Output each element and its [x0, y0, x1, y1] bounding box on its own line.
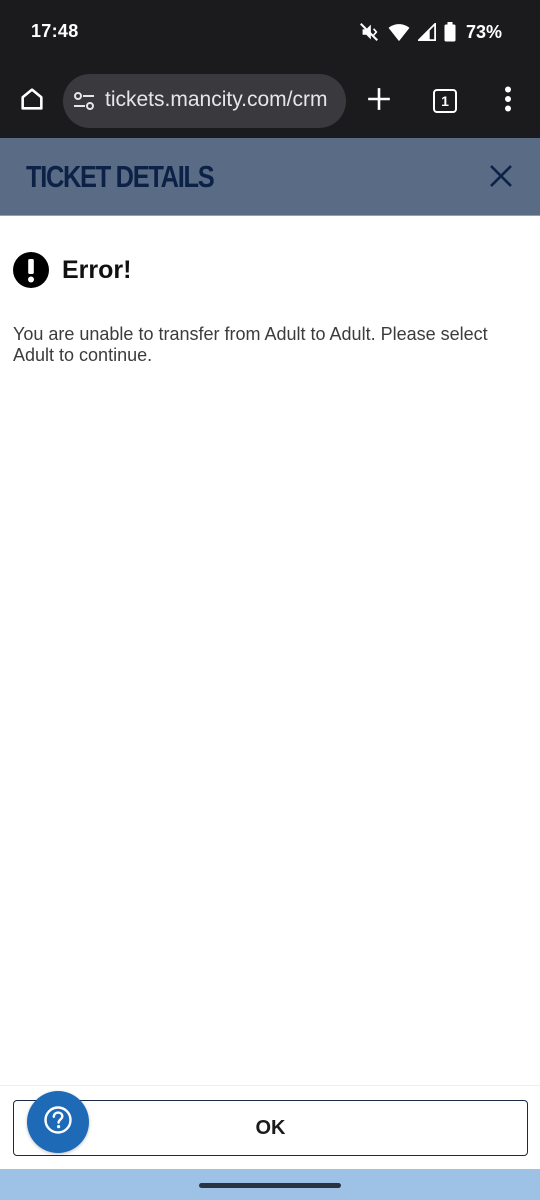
- mute-vibrate-icon: [358, 21, 380, 43]
- home-gesture-handle[interactable]: [199, 1183, 341, 1188]
- plus-icon: [366, 86, 392, 117]
- status-bar: 17:48 73%: [0, 0, 540, 64]
- page-title: TICKET DETAILS: [26, 159, 215, 194]
- more-vert-icon: [504, 86, 512, 117]
- battery-percent: 73%: [465, 21, 502, 42]
- tab-switcher-button[interactable]: 1: [421, 77, 469, 125]
- url-text[interactable]: tickets.mancity.com/crm: [105, 88, 341, 112]
- site-settings-icon[interactable]: [72, 89, 96, 118]
- home-button[interactable]: [8, 77, 56, 125]
- wifi-icon: [388, 22, 410, 42]
- close-icon: [489, 164, 513, 193]
- home-icon: [18, 85, 46, 118]
- status-time: 17:48: [31, 21, 79, 41]
- more-menu-button[interactable]: [484, 77, 532, 125]
- error-title: Error!: [62, 256, 132, 284]
- help-icon: [43, 1105, 73, 1140]
- cell-signal-icon: [417, 23, 436, 41]
- battery-icon: [444, 22, 456, 42]
- error-message: You are unable to transfer from Adult to…: [13, 324, 488, 365]
- browser-toolbar: tickets.mancity.com/crm 1: [0, 64, 540, 138]
- system-navigation-bar: [0, 1169, 540, 1200]
- page-header: TICKET DETAILS: [0, 138, 540, 216]
- ok-button[interactable]: OK: [13, 1100, 528, 1156]
- close-button[interactable]: [481, 158, 521, 198]
- tab-switcher-icon: 1: [433, 89, 457, 113]
- address-bar[interactable]: tickets.mancity.com/crm: [63, 74, 346, 128]
- new-tab-button[interactable]: [355, 77, 403, 125]
- help-button[interactable]: [27, 1091, 89, 1153]
- status-icons: 73%: [358, 20, 502, 44]
- error-icon: [13, 252, 49, 288]
